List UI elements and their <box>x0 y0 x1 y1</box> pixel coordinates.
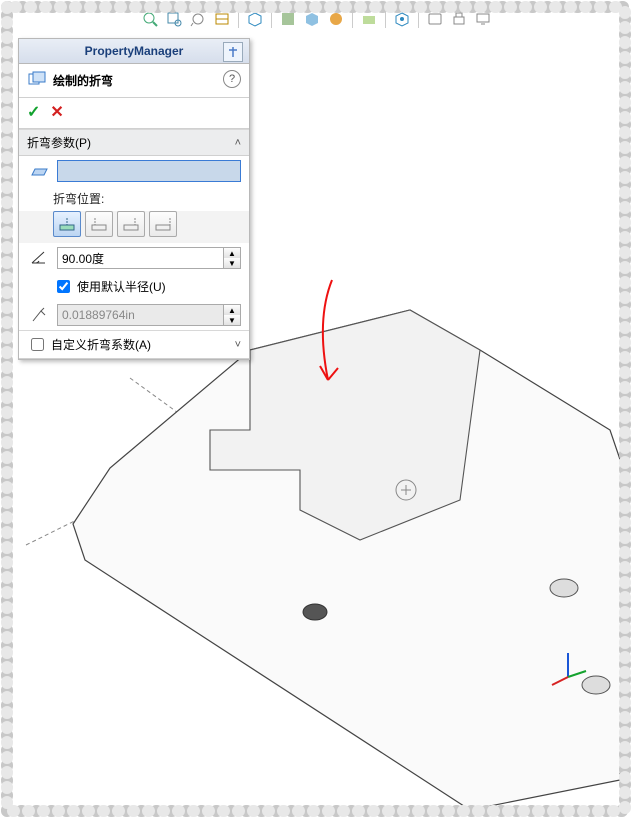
bend-pos-material-outside-button[interactable] <box>117 211 145 237</box>
radius-field: ▲▼ <box>57 304 241 326</box>
angle-icon <box>27 248 51 268</box>
radius-up-button: ▲ <box>224 305 240 315</box>
angle-field[interactable]: ▲▼ <box>57 247 241 269</box>
use-default-radius-label: 使用默认半径(U) <box>77 278 166 295</box>
feature-icon <box>27 70 47 91</box>
bend-params-header[interactable]: 折弯参数(P) ˄ <box>19 130 249 156</box>
zoom-prev-icon[interactable] <box>188 9 208 29</box>
property-manager-panel: PropertyManager 绘制的折弯 ? ✓ ✕ 折弯参数(P) ˄ <box>18 38 250 360</box>
zoom-area-icon[interactable] <box>164 9 184 29</box>
radius-icon <box>27 305 51 325</box>
chevron-down-icon: ˅ <box>235 339 241 351</box>
feature-title: 绘制的折弯 <box>53 72 113 89</box>
view-triad <box>548 647 588 690</box>
print3d-icon[interactable] <box>449 9 469 29</box>
panel-header: PropertyManager <box>19 39 249 64</box>
panel-title: PropertyManager <box>85 44 184 58</box>
radius-input <box>57 304 224 326</box>
edit-appearance-icon[interactable] <box>326 9 346 29</box>
ok-button[interactable]: ✓ <box>27 102 40 122</box>
fixed-face-icon <box>27 161 51 181</box>
chevron-up-icon: ˄ <box>235 137 241 149</box>
help-button[interactable]: ? <box>223 70 241 88</box>
custom-allowance-label: 自定义折弯系数(A) <box>51 336 151 353</box>
panel-pin-button[interactable] <box>223 42 243 62</box>
zoom-fit-icon[interactable] <box>140 9 160 29</box>
section-view-icon[interactable] <box>212 9 232 29</box>
view-settings-icon[interactable] <box>392 9 412 29</box>
angle-input[interactable] <box>57 247 224 269</box>
hide-show-icon[interactable] <box>302 9 322 29</box>
view-orientation-icon[interactable] <box>245 9 265 29</box>
fixed-face-selection[interactable] <box>57 160 241 182</box>
use-default-radius-checkbox[interactable] <box>57 280 70 293</box>
display-style-icon[interactable] <box>278 9 298 29</box>
feature-header: 绘制的折弯 ? <box>19 64 249 98</box>
bend-position-label: 折弯位置: <box>53 190 104 207</box>
angle-down-button[interactable]: ▼ <box>224 258 240 268</box>
custom-allowance-checkbox[interactable] <box>31 338 44 351</box>
render-tools-icon[interactable] <box>425 9 445 29</box>
view-toolbar <box>140 8 622 30</box>
radius-down-button: ▼ <box>224 315 240 325</box>
angle-up-button[interactable]: ▲ <box>224 248 240 258</box>
monitor-icon[interactable] <box>473 9 493 29</box>
apply-scene-icon[interactable] <box>359 9 379 29</box>
cancel-button[interactable]: ✕ <box>50 102 63 122</box>
bend-pos-centerline-button[interactable] <box>53 211 81 237</box>
bend-pos-bend-outside-button[interactable] <box>149 211 177 237</box>
bend-params-title: 折弯参数(P) <box>27 134 91 151</box>
bend-pos-material-inside-button[interactable] <box>85 211 113 237</box>
custom-allowance-header[interactable]: 自定义折弯系数(A) ˅ <box>19 331 249 359</box>
